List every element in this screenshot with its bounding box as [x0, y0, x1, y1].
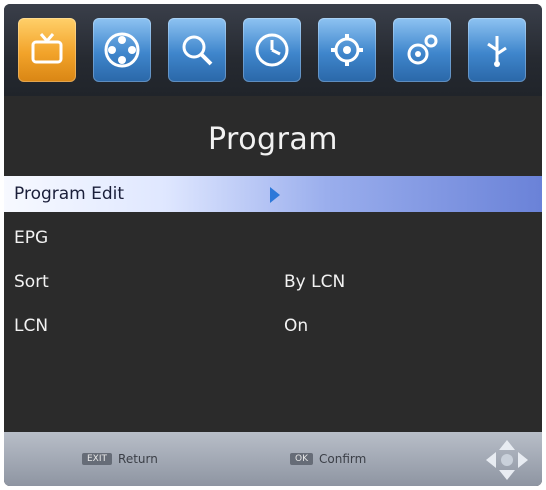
- tab-program[interactable]: [18, 18, 76, 82]
- menu-item-value: On: [284, 316, 309, 336]
- menu-item-label: EPG: [14, 228, 49, 248]
- gears-icon: [407, 34, 438, 65]
- exit-key-icon: EXIT: [82, 453, 113, 465]
- tab-search[interactable]: [168, 18, 226, 82]
- footer-hints: EXIT Return OK Confirm: [4, 432, 542, 486]
- usb-icon: [487, 36, 507, 67]
- hint-return-label: Return: [118, 452, 158, 466]
- ok-key-icon: OK: [290, 453, 313, 465]
- dpad-navigation-icon: [486, 440, 528, 480]
- page-title: Program: [207, 122, 339, 157]
- tab-media[interactable]: [93, 18, 151, 82]
- menu-item-label: Program Edit: [14, 184, 125, 204]
- tab-settings[interactable]: [318, 18, 376, 82]
- tv-menu-screen: Program Program Edit EPG Sort By LCN LCN…: [4, 4, 542, 486]
- clock-icon: [255, 33, 289, 67]
- menu-item-label: LCN: [14, 316, 49, 336]
- tab-time[interactable]: [243, 18, 301, 82]
- tv-icon: [31, 33, 63, 64]
- film-reel-icon: [104, 32, 140, 68]
- menu-item-value: By LCN: [284, 272, 346, 292]
- settings-gear-icon: [331, 34, 363, 66]
- menu-item-label: Sort: [14, 272, 49, 292]
- hint-confirm: OK Confirm: [290, 452, 366, 466]
- menu-item-program-edit[interactable]: Program Edit: [4, 176, 542, 212]
- hint-return: EXIT Return: [82, 452, 158, 466]
- menu-tab-bar: [4, 4, 542, 96]
- tab-system[interactable]: [393, 18, 451, 82]
- menu-item-epg[interactable]: EPG: [4, 220, 542, 256]
- search-icon: [182, 35, 213, 66]
- hint-confirm-label: Confirm: [319, 452, 367, 466]
- tab-usb[interactable]: [468, 18, 526, 82]
- menu-item-lcn[interactable]: LCN On: [4, 308, 542, 344]
- menu-item-sort[interactable]: Sort By LCN: [4, 264, 542, 300]
- right-arrow-icon: [270, 187, 280, 203]
